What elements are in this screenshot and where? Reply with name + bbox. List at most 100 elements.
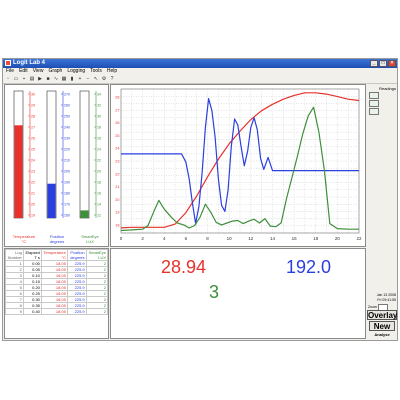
settings-icon[interactable]: ⚙ xyxy=(101,76,107,82)
y-tick-label: 26 xyxy=(115,121,119,125)
minimize-button[interactable]: _ xyxy=(370,60,378,67)
meter-fill xyxy=(80,210,89,218)
y-tick-label: 19 xyxy=(115,211,119,215)
line-chart[interactable]: 0 2 4 6 8 10 12 14 16 18 20 22282726252423222120191… xyxy=(111,85,365,246)
menu-view[interactable]: View xyxy=(33,68,44,75)
meter-tick-label: 20 xyxy=(31,203,35,207)
y-tick-label: 23 xyxy=(115,160,119,164)
toolbar: ▫ ▭ ▪ ▤ ▶ ■ ∿ ▦ ▮ + − ↖ ⚙ ? xyxy=(3,75,397,84)
table-row[interactable]: 9 0.40 18.05 225.9 2 xyxy=(5,308,108,315)
x-tick-label: 20 xyxy=(335,236,341,241)
meter-tick-label: 16 xyxy=(97,192,101,196)
overlay-button[interactable]: Overlay xyxy=(367,310,397,320)
meter-tube xyxy=(79,90,90,219)
table-header: Temperature °C xyxy=(40,249,68,261)
close-button[interactable]: × xyxy=(388,60,396,67)
y-tick-label: 24 xyxy=(115,147,119,151)
meter-tick-label: 28 xyxy=(97,126,101,130)
table-header: Elapsed T s xyxy=(22,249,42,261)
menu-help[interactable]: Help xyxy=(107,68,117,75)
table-cell: 18.05 xyxy=(40,308,68,315)
x-tick-label: 16 xyxy=(292,236,298,241)
meters-panel: 30 29 28 27 26 25 24 23 22 21 20 19 270 260 250 240 230 2… xyxy=(4,84,109,247)
stop-icon[interactable]: ■ xyxy=(45,76,51,82)
app-icon xyxy=(5,60,11,66)
x-tick-label: 14 xyxy=(270,236,276,241)
meter-tick-label: 180 xyxy=(64,192,70,196)
y-tick-label: 25 xyxy=(115,134,119,138)
maximize-button[interactable]: □ xyxy=(379,60,387,67)
menu-graph[interactable]: Graph xyxy=(48,68,62,75)
play-icon[interactable]: ▶ xyxy=(37,76,43,82)
meter-tick-label: 32 xyxy=(97,104,101,108)
channel-smarteye-icon[interactable] xyxy=(369,108,379,115)
meter-tick-label: 270 xyxy=(64,93,70,97)
zoom-out-icon[interactable]: − xyxy=(85,76,91,82)
x-tick-label: 8 xyxy=(206,236,209,241)
meter-tick-label: 170 xyxy=(64,203,70,207)
meter-tick-label: 24 xyxy=(31,159,35,163)
time-display: Fri 09:41:55 xyxy=(377,298,396,302)
x-tick-label: 0 xyxy=(120,236,123,241)
x-tick-label: 6 xyxy=(185,236,188,241)
menu-bar: File Edit View Graph Logging Tools Help xyxy=(3,68,397,75)
meter-tick-label: 34 xyxy=(97,93,101,97)
meter-tick-label: 22 xyxy=(31,181,35,185)
x-tick-label: 22 xyxy=(356,236,362,241)
meter-tick-label: 14 xyxy=(97,203,101,207)
data-table-panel: Log Number Elapsed T s Temperature °C Po… xyxy=(4,248,109,339)
channel-temperature-icon[interactable] xyxy=(369,92,379,99)
x-tick-label: 4 xyxy=(163,236,166,241)
menu-logging[interactable]: Logging xyxy=(67,68,85,75)
meter-tick-label: 22 xyxy=(97,159,101,163)
table-icon[interactable]: ▦ xyxy=(61,76,67,82)
cursor-icon[interactable]: ↖ xyxy=(93,76,99,82)
x-tick-label: 18 xyxy=(313,236,319,241)
menu-tools[interactable]: Tools xyxy=(90,68,102,75)
table-header: SmartEye LUX xyxy=(85,249,108,261)
meter-tick-label: 25 xyxy=(31,148,35,152)
meter-tick-label: 18 xyxy=(97,181,101,185)
meter-tick-label: 30 xyxy=(31,93,35,97)
meter-tick-label: 190 xyxy=(64,181,70,185)
table-cell: 225.9 xyxy=(66,308,87,315)
analyse-label[interactable]: Analyse xyxy=(367,332,397,337)
meter-tick-label: 250 xyxy=(64,115,70,119)
meter-tick-label: 200 xyxy=(64,170,70,174)
table-header: Position degrees xyxy=(66,249,87,261)
channel-position-icon[interactable] xyxy=(369,100,379,107)
menu-edit[interactable]: Edit xyxy=(19,68,28,75)
meter-smarteye-unit: LUX xyxy=(86,239,94,244)
menu-file[interactable]: File xyxy=(6,68,14,75)
meter-tick-label: 260 xyxy=(64,104,70,108)
new-button[interactable]: New xyxy=(369,321,395,331)
meter-tick-label: 29 xyxy=(31,104,35,108)
open-folder-icon[interactable]: ▭ xyxy=(13,76,19,82)
meter-temperature-unit: °C xyxy=(21,239,27,244)
meter-tick-label: 20 xyxy=(97,170,101,174)
new-file-icon[interactable]: ▫ xyxy=(5,76,11,82)
print-icon[interactable]: ▤ xyxy=(29,76,35,82)
meter-tick-label: 160 xyxy=(64,214,70,218)
date-display: Jan 13 2008 xyxy=(376,293,396,297)
meter-icon[interactable]: ▮ xyxy=(69,76,75,82)
meter-tick-label: 19 xyxy=(31,214,35,218)
y-tick-label: 20 xyxy=(115,198,119,202)
table-header: Log Number xyxy=(5,249,24,261)
meter-tick-label: 210 xyxy=(64,159,70,163)
readouts-panel: 28.94 192.0 3 xyxy=(110,248,366,339)
meter-tick-label: 240 xyxy=(64,126,70,130)
meter-tick-label: 28 xyxy=(31,115,35,119)
position-readout: 192.0 xyxy=(286,257,332,277)
save-icon[interactable]: ▪ xyxy=(21,76,27,82)
graph-icon[interactable]: ∿ xyxy=(53,76,59,82)
help-icon[interactable]: ? xyxy=(109,76,115,82)
meter-fill xyxy=(14,125,23,218)
zoom-in-icon[interactable]: + xyxy=(77,76,83,82)
meter-fill xyxy=(47,183,56,218)
y-tick-label: 28 xyxy=(115,96,119,100)
table-cell: 0.40 xyxy=(22,308,42,315)
meter-tick-label: 27 xyxy=(31,126,35,130)
graph-panel: 0 2 4 6 8 10 12 14 16 18 20 22 28 27 26 25 24 23 22 21 20 19 1… xyxy=(110,84,366,247)
app-window: Logit Lab 4 _ □ × File Edit View Graph L… xyxy=(2,58,398,341)
